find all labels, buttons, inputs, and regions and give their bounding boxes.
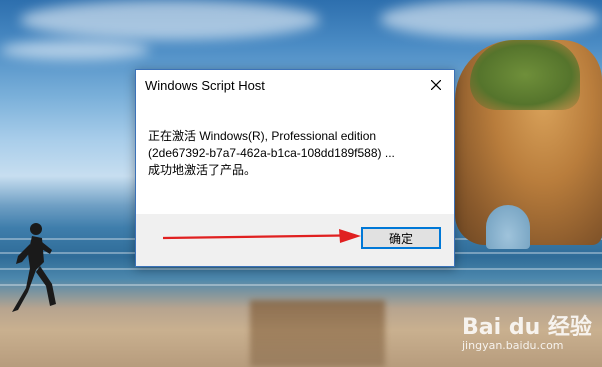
close-button[interactable] xyxy=(418,70,454,100)
desktop-wallpaper: Windows Script Host 正在激活 Windows(R), Pro… xyxy=(0,0,602,367)
dialog-message: 正在激活 Windows(R), Professional edition (2… xyxy=(148,128,448,179)
ok-button[interactable]: 确定 xyxy=(361,227,441,249)
close-icon xyxy=(431,80,441,90)
rock-reflection xyxy=(250,300,385,367)
baidu-jingyan-watermark: Bai du 经验 jingyan.baidu.com xyxy=(462,303,602,367)
red-arrow-pointer xyxy=(163,229,361,243)
watermark-logo: Bai du 经验 xyxy=(462,315,592,340)
watermark-url: jingyan.baidu.com xyxy=(462,339,564,352)
dialog-title: Windows Script Host xyxy=(145,78,265,93)
message-line-success: 成功地激活了产品。 xyxy=(148,163,257,177)
runner-silhouette xyxy=(12,223,56,312)
message-line-product-id: (2de67392-b7a7-462a-b1ca-108dd189f588) .… xyxy=(148,146,395,160)
rock-opening xyxy=(486,205,530,249)
message-line-activating: 正在激活 Windows(R), Professional edition xyxy=(148,129,377,143)
dialog-titlebar[interactable]: Windows Script Host xyxy=(136,70,454,100)
rock-vegetation xyxy=(470,40,580,110)
